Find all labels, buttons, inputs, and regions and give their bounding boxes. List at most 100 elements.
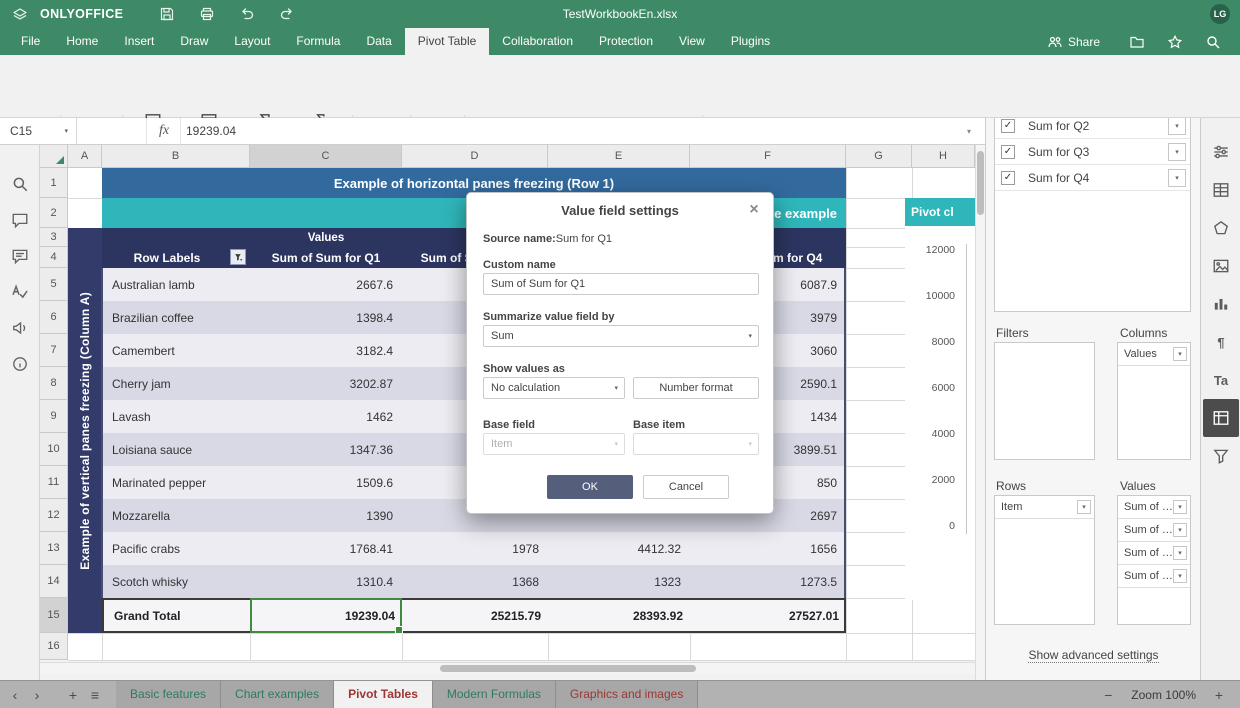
comments-icon[interactable]	[11, 211, 29, 229]
pivot-value-q1[interactable]: 1462	[250, 400, 402, 433]
sheet-tab-pivot-tables[interactable]: Pivot Tables	[334, 681, 433, 708]
undo-icon[interactable]	[237, 4, 257, 24]
save-icon[interactable]	[157, 4, 177, 24]
values-item-dropdown-icon[interactable]: ▾	[1173, 500, 1187, 514]
redo-icon[interactable]	[277, 4, 297, 24]
number-format-button[interactable]: Number format	[633, 377, 759, 399]
advanced-settings-link[interactable]: Show advanced settings	[986, 648, 1200, 662]
pivot-row-label[interactable]: Lavash	[102, 400, 250, 433]
column-header-g[interactable]: G	[846, 145, 912, 168]
row-header-7[interactable]: 7	[40, 334, 68, 367]
grand-total-label[interactable]: Grand Total	[104, 600, 252, 631]
slicer-settings-icon[interactable]	[1201, 437, 1240, 475]
pivot-value-q3[interactable]: 4412.32	[548, 532, 690, 565]
values-item-sum-of-sum-for-q2[interactable]: Sum of Sum for Q2▾	[1118, 519, 1190, 542]
paragraph-settings-icon[interactable]: ¶	[1201, 323, 1240, 361]
share-button[interactable]: Share	[1047, 34, 1100, 50]
vertical-scrollbar[interactable]	[975, 145, 985, 680]
column-header-e[interactable]: E	[548, 145, 690, 168]
field-dropdown-icon[interactable]: ▾	[1168, 143, 1186, 161]
columns-item-dropdown-icon[interactable]: ▾	[1173, 347, 1187, 361]
ok-button[interactable]: OK	[547, 475, 633, 499]
sheet-list-icon[interactable]: ≡	[84, 681, 106, 708]
vertical-scrollbar-thumb[interactable]	[977, 151, 984, 215]
column-header-c[interactable]: C	[250, 145, 402, 168]
pivot-column-header-1[interactable]: Sum of Sum for Q1	[250, 247, 402, 268]
add-sheet-icon[interactable]: +	[62, 681, 84, 708]
pivot-field-list[interactable]: ✓Sum for Q2▾✓Sum for Q3▾✓Sum for Q4▾	[994, 118, 1191, 312]
about-icon[interactable]	[11, 355, 29, 373]
tab-pivot-table[interactable]: Pivot Table	[405, 28, 489, 55]
field-dropdown-icon[interactable]: ▾	[1168, 118, 1186, 135]
pivot-value-q4[interactable]: 1273.5	[690, 565, 846, 598]
cell-name-box[interactable]: C15 ▾	[0, 118, 77, 144]
field-checkbox-sum-for-q4[interactable]: ✓Sum for Q4▾	[995, 165, 1190, 191]
row-header-13[interactable]: 13	[40, 532, 68, 565]
values-item-sum-of-sum-for-q1[interactable]: Sum of Sum for Q1▾	[1118, 496, 1190, 519]
rows-item-dropdown-icon[interactable]: ▾	[1077, 500, 1091, 514]
pivot-value-q1[interactable]: 1390	[250, 499, 402, 532]
sheet-tab-chart-examples[interactable]: Chart examples	[221, 681, 334, 708]
row-header-1[interactable]: 1	[40, 168, 68, 198]
rows-item-item[interactable]: Item▾	[995, 496, 1094, 519]
row-header-15[interactable]: 15	[40, 598, 68, 633]
user-avatar[interactable]: LG	[1210, 4, 1230, 24]
zoom-out-icon[interactable]: −	[1097, 681, 1119, 708]
tab-file[interactable]: File	[8, 28, 53, 55]
select-all-corner[interactable]	[40, 145, 68, 168]
favorite-star-icon[interactable]	[1165, 32, 1185, 52]
expand-formula-bar-icon[interactable]: ▾	[967, 118, 971, 144]
prev-sheet-icon[interactable]: ‹	[4, 681, 26, 708]
print-icon[interactable]	[197, 4, 217, 24]
pivot-value-q2[interactable]: 1978	[402, 532, 548, 565]
text-art-settings-icon[interactable]: Ta	[1201, 361, 1240, 399]
pivot-row-label[interactable]: Camembert	[102, 334, 250, 367]
grand-total-q4[interactable]: 27527.01	[692, 600, 848, 631]
next-sheet-icon[interactable]: ›	[26, 681, 48, 708]
pivot-value-q4[interactable]: 1656	[690, 532, 846, 565]
show-values-as-select[interactable]: No calculation▾	[483, 377, 625, 399]
field-checkbox-sum-for-q2[interactable]: ✓Sum for Q2▾	[995, 118, 1190, 139]
grand-total-q2[interactable]: 25215.79	[404, 600, 550, 631]
pivot-chart-object[interactable]: Pivot cl 120001000080006000400020000	[905, 198, 975, 600]
column-header-a[interactable]: A	[68, 145, 102, 168]
field-dropdown-icon[interactable]: ▾	[1168, 169, 1186, 187]
tab-plugins[interactable]: Plugins	[718, 28, 783, 55]
table-settings-icon[interactable]	[1201, 171, 1240, 209]
chat-messages-icon[interactable]	[11, 247, 29, 265]
pivot-row-pacific-crabs[interactable]: Pacific crabs1768.4119784412.321656	[102, 532, 846, 565]
row-header-9[interactable]: 9	[40, 400, 68, 433]
shape-settings-icon[interactable]	[1201, 209, 1240, 247]
row-header-6[interactable]: 6	[40, 301, 68, 334]
fill-handle[interactable]	[395, 626, 403, 634]
tab-home[interactable]: Home	[53, 28, 111, 55]
image-settings-icon[interactable]	[1201, 247, 1240, 285]
column-header-f[interactable]: F	[690, 145, 846, 168]
pivot-row-label[interactable]: Marinated pepper	[102, 466, 250, 499]
values-drop-area[interactable]: Sum of Sum for Q1▾Sum of Sum for Q2▾Sum …	[1117, 495, 1191, 625]
tab-data[interactable]: Data	[353, 28, 404, 55]
tab-layout[interactable]: Layout	[221, 28, 283, 55]
tab-view[interactable]: View	[666, 28, 718, 55]
pivot-value-q1[interactable]: 1310.4	[250, 565, 402, 598]
row-header-10[interactable]: 10	[40, 433, 68, 466]
row-labels-filter-button[interactable]	[230, 249, 246, 265]
pivot-row-label[interactable]: Pacific crabs	[102, 532, 250, 565]
row-header-12[interactable]: 12	[40, 499, 68, 532]
values-item-sum-of-sum-for-q3[interactable]: Sum of Sum for Q3▾	[1118, 542, 1190, 565]
horizontal-scrollbar[interactable]	[40, 662, 975, 674]
column-header-h[interactable]: H	[912, 145, 975, 168]
row-header-4[interactable]: 4	[40, 247, 68, 268]
cell-settings-icon[interactable]	[1201, 133, 1240, 171]
pivot-value-q1[interactable]: 1509.6	[250, 466, 402, 499]
row-header-3[interactable]: 3	[40, 228, 68, 247]
pivot-row-label[interactable]: Cherry jam	[102, 367, 250, 400]
values-item-dropdown-icon[interactable]: ▾	[1173, 546, 1187, 560]
column-header-d[interactable]: D	[402, 145, 548, 168]
dialog-header[interactable]: Value field settings ×	[467, 193, 773, 227]
spellcheck-icon[interactable]	[11, 283, 29, 301]
row-header-14[interactable]: 14	[40, 565, 68, 598]
chart-settings-icon[interactable]	[1201, 285, 1240, 323]
rows-drop-area[interactable]: Item▾	[994, 495, 1095, 625]
pivot-value-q2[interactable]: 1368	[402, 565, 548, 598]
